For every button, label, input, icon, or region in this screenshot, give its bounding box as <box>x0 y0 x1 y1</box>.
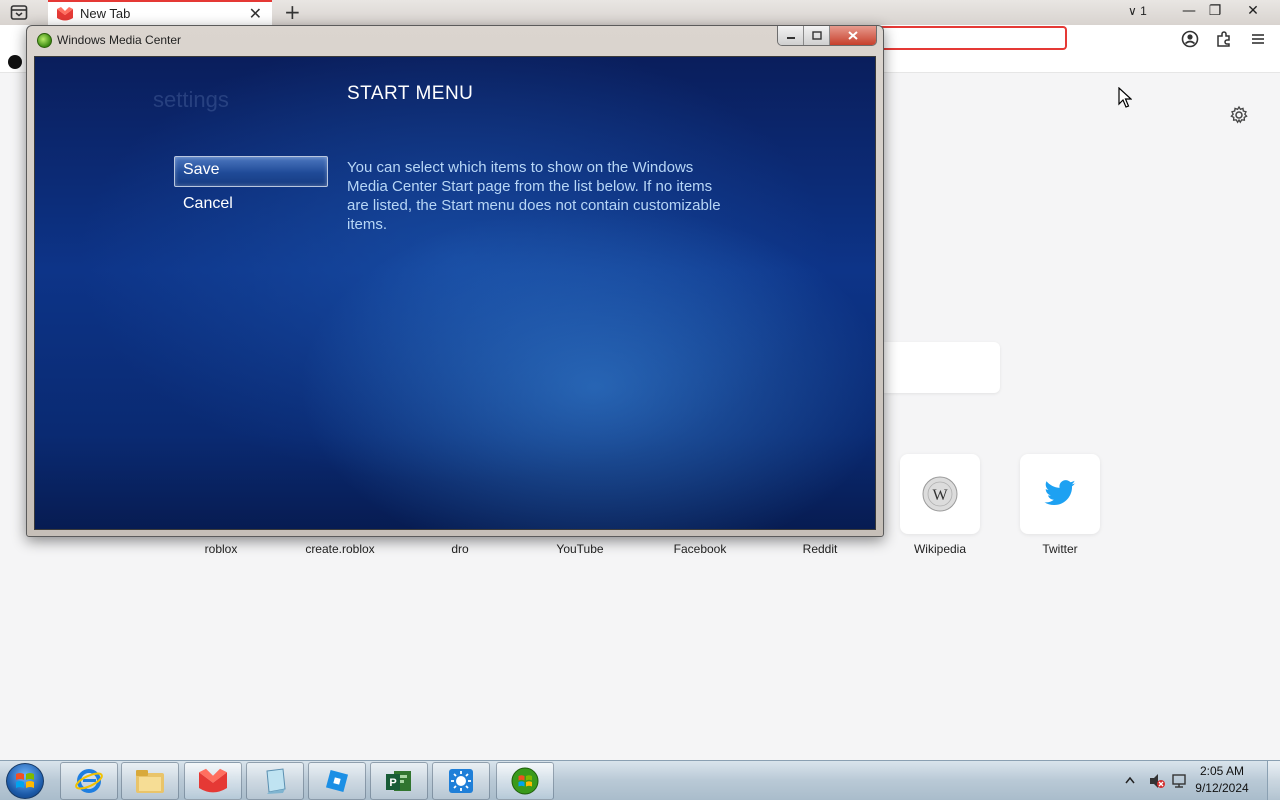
tab-count: 1 <box>1140 4 1147 18</box>
roblox-studio-icon <box>325 769 349 793</box>
taskbar-media-center[interactable] <box>496 762 554 800</box>
file-explorer-icon <box>136 770 164 793</box>
tray-expand-icon[interactable] <box>1125 776 1135 784</box>
media-center-icon <box>511 767 539 795</box>
volume-muted-icon[interactable] <box>1148 772 1166 790</box>
tab-counter[interactable]: ∨ 1 <box>1128 4 1147 18</box>
taskbar-file-explorer[interactable] <box>121 762 179 800</box>
windows-logo-icon <box>16 773 34 788</box>
twitter-icon <box>1044 480 1076 506</box>
project-icon: P <box>386 771 411 791</box>
shortcut-label[interactable]: dro <box>400 542 520 556</box>
shortcut-tile-wikipedia[interactable]: W <box>900 454 980 534</box>
section-watermark: settings <box>153 87 229 112</box>
maximize-icon <box>811 31 822 40</box>
show-desktop-button[interactable] <box>1267 761 1280 800</box>
close-button[interactable] <box>830 26 876 45</box>
bookmark-icon[interactable] <box>8 55 22 69</box>
tab-list-icon[interactable] <box>10 4 28 21</box>
tab-close-icon[interactable]: ✕ <box>249 5 262 23</box>
new-tab-button[interactable]: + <box>284 1 301 23</box>
wikipedia-icon: W <box>922 476 958 512</box>
menu-icon[interactable] <box>1248 29 1268 49</box>
browser-icon <box>199 768 227 793</box>
shortcut-label[interactable]: create.roblox <box>280 542 400 556</box>
page-title: START MENU <box>347 83 474 104</box>
cancel-button[interactable]: Cancel <box>183 195 233 213</box>
shortcut-label[interactable]: roblox <box>161 542 281 556</box>
account-icon[interactable] <box>1180 29 1200 49</box>
internet-explorer-icon <box>75 769 103 793</box>
media-center-window: Windows Media Center settings START MENU… <box>26 25 884 537</box>
extensions-icon[interactable] <box>1214 29 1234 49</box>
address-bar[interactable] <box>880 26 1067 50</box>
close-icon <box>848 31 858 40</box>
clock-date[interactable]: 9/12/2024 <box>1182 781 1262 795</box>
media-center-icon <box>37 33 52 48</box>
clock-time[interactable]: 2:05 AM <box>1182 764 1262 778</box>
shortcut-label[interactable]: Facebook <box>640 542 760 556</box>
tab-strip: New Tab ✕ + ∨ 1 — ❐ ✕ <box>0 0 1280 25</box>
tab-new-tab[interactable]: New Tab ✕ <box>48 0 272 25</box>
taskbar-notepad[interactable] <box>246 762 304 800</box>
taskbar-roblox-studio[interactable] <box>308 762 366 800</box>
media-center-content: settings START MENU Save Cancel You can … <box>34 56 876 530</box>
gear-icon[interactable] <box>1229 105 1249 125</box>
window-titlebar[interactable]: Windows Media Center <box>27 26 883 54</box>
shortcut-label[interactable]: Reddit <box>760 542 880 556</box>
save-button[interactable]: Save <box>174 156 328 187</box>
window-controls <box>777 26 877 46</box>
mouse-cursor-icon <box>1118 86 1133 109</box>
browser-restore-button[interactable]: ❐ <box>1200 0 1230 22</box>
weather-icon <box>449 769 473 793</box>
description-text: You can select which items to show on th… <box>347 159 721 233</box>
maximize-button[interactable] <box>804 26 830 45</box>
search-box[interactable] <box>884 342 1000 393</box>
taskbar-project[interactable]: P <box>370 762 428 800</box>
shortcut-label[interactable]: Twitter <box>1000 542 1120 556</box>
minimize-button[interactable] <box>778 26 804 45</box>
taskbar-internet-explorer[interactable] <box>60 762 118 800</box>
svg-text:W: W <box>932 487 948 504</box>
taskbar-browser[interactable] <box>184 762 242 800</box>
chevron-down-icon: ∨ <box>1128 4 1141 18</box>
notepad-icon <box>266 768 286 794</box>
shortcut-tile-twitter[interactable] <box>1020 454 1100 534</box>
taskbar-weather[interactable] <box>432 762 490 800</box>
shortcut-label[interactable]: Wikipedia <box>880 542 1000 556</box>
window-title: Windows Media Center <box>57 33 182 47</box>
taskbar: P <box>0 760 1280 800</box>
svg-text:P: P <box>389 777 396 789</box>
browser-close-button[interactable]: ✕ <box>1238 0 1268 22</box>
tab-title: New Tab <box>80 6 131 21</box>
minimize-icon <box>786 36 795 39</box>
start-button[interactable] <box>6 763 44 799</box>
browser-logo-icon <box>57 6 73 20</box>
shortcut-label[interactable]: YouTube <box>520 542 640 556</box>
